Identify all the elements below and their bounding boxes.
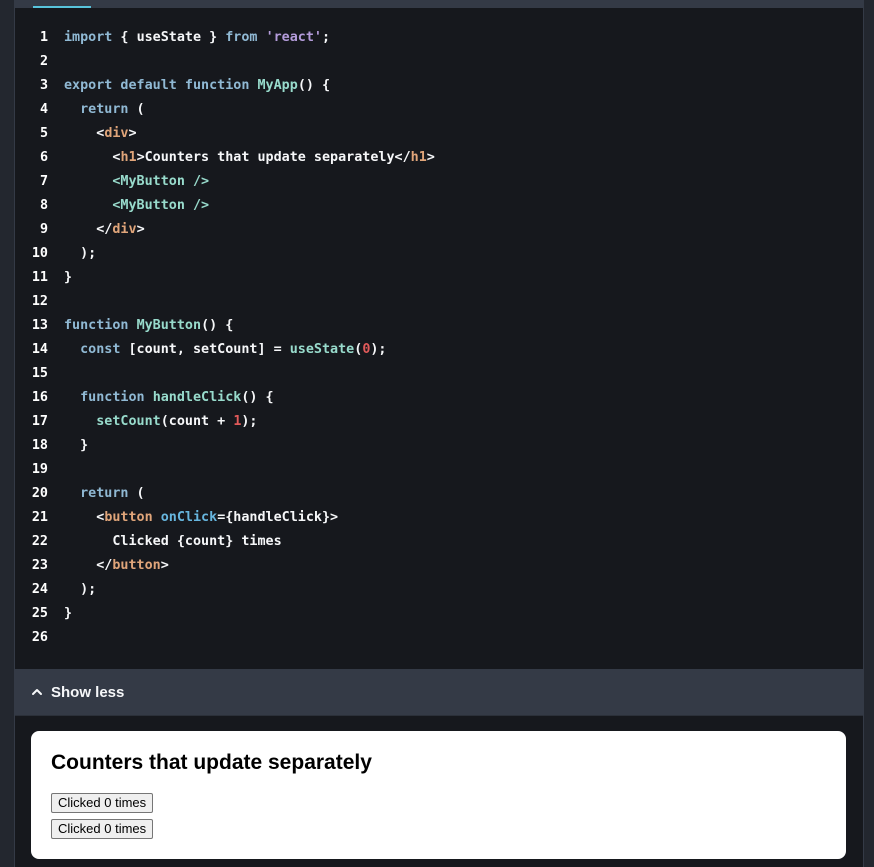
line-number: 19 [31, 462, 48, 477]
chevron-up-icon [31, 686, 43, 698]
preview-heading: Counters that update separately [51, 751, 372, 774]
line-number: 10 [31, 246, 48, 261]
line-number: 16 [31, 390, 48, 405]
line-number: 2 [39, 54, 48, 69]
code-line: 9 </div> [15, 218, 863, 242]
counter-button-2[interactable]: Clicked 0 times [51, 819, 154, 839]
code-line: 2 [15, 50, 863, 74]
code-line: 26 [15, 626, 863, 650]
line-number: 1 [39, 30, 48, 45]
code-line: 19 [15, 458, 863, 482]
line-number: 12 [31, 294, 48, 309]
counter-button-1[interactable]: Clicked 0 times [51, 793, 154, 813]
code-line: 22 Clicked {count} times [15, 530, 863, 554]
line-number: 11 [31, 270, 48, 285]
code-line: 11 } [15, 266, 863, 290]
code-line: 23 </button> [15, 554, 863, 578]
line-number: 4 [39, 102, 48, 117]
code-line: 8 <MyButton /> [15, 194, 863, 218]
line-number: 23 [31, 558, 48, 573]
line-number: 13 [31, 318, 48, 333]
line-number: 9 [39, 222, 48, 237]
active-tab-indicator [33, 6, 91, 8]
code-line: 17 setCount(count + 1); [15, 410, 863, 434]
code-line: 24 ); [15, 578, 863, 602]
preview-pane: Counters that update separately Clicked … [31, 731, 846, 859]
line-number: 24 [31, 582, 48, 597]
code-line: 3 export default function MyApp() { [15, 74, 863, 98]
code-line: 7 <MyButton /> [15, 170, 863, 194]
line-number: 5 [39, 126, 48, 141]
code-line: 13 function MyButton() { [15, 314, 863, 338]
code-line: 15 [15, 362, 863, 386]
code-line: 25 } [15, 602, 863, 626]
code-line: 16 function handleClick() { [15, 386, 863, 410]
code-line: 4 return ( [15, 98, 863, 122]
line-number: 6 [39, 150, 48, 165]
code-line: 18 } [15, 434, 863, 458]
line-number: 21 [31, 510, 48, 525]
line-number: 14 [31, 342, 48, 357]
line-number: 25 [31, 606, 48, 621]
line-number: 22 [31, 534, 48, 549]
line-number: 20 [31, 486, 48, 501]
line-number: 18 [31, 438, 48, 453]
show-less-label: Show less [51, 683, 125, 701]
line-number: 8 [39, 198, 48, 213]
code-line: 10 ); [15, 242, 863, 266]
code-line: 6 <h1>Counters that update separately</h… [15, 146, 863, 170]
show-less-button[interactable]: Show less [15, 669, 863, 716]
line-number: 3 [39, 78, 48, 93]
code-line: 1 import { useState } from 'react'; [15, 26, 863, 50]
code-line: 12 [15, 290, 863, 314]
line-number: 26 [31, 630, 48, 645]
code-line: 5 <div> [15, 122, 863, 146]
line-number: 15 [31, 366, 48, 381]
line-number: 17 [31, 414, 48, 429]
file-tab-bar [15, 0, 863, 8]
sandpack-container: 1 import { useState } from 'react'; 2 3 … [14, 0, 864, 867]
code-line: 14 const [count, setCount] = useState(0)… [15, 338, 863, 362]
line-number: 7 [39, 174, 48, 189]
code-editor[interactable]: 1 import { useState } from 'react'; 2 3 … [15, 26, 863, 650]
code-line: 21 <button onClick={handleClick}> [15, 506, 863, 530]
code-line: 20 return ( [15, 482, 863, 506]
